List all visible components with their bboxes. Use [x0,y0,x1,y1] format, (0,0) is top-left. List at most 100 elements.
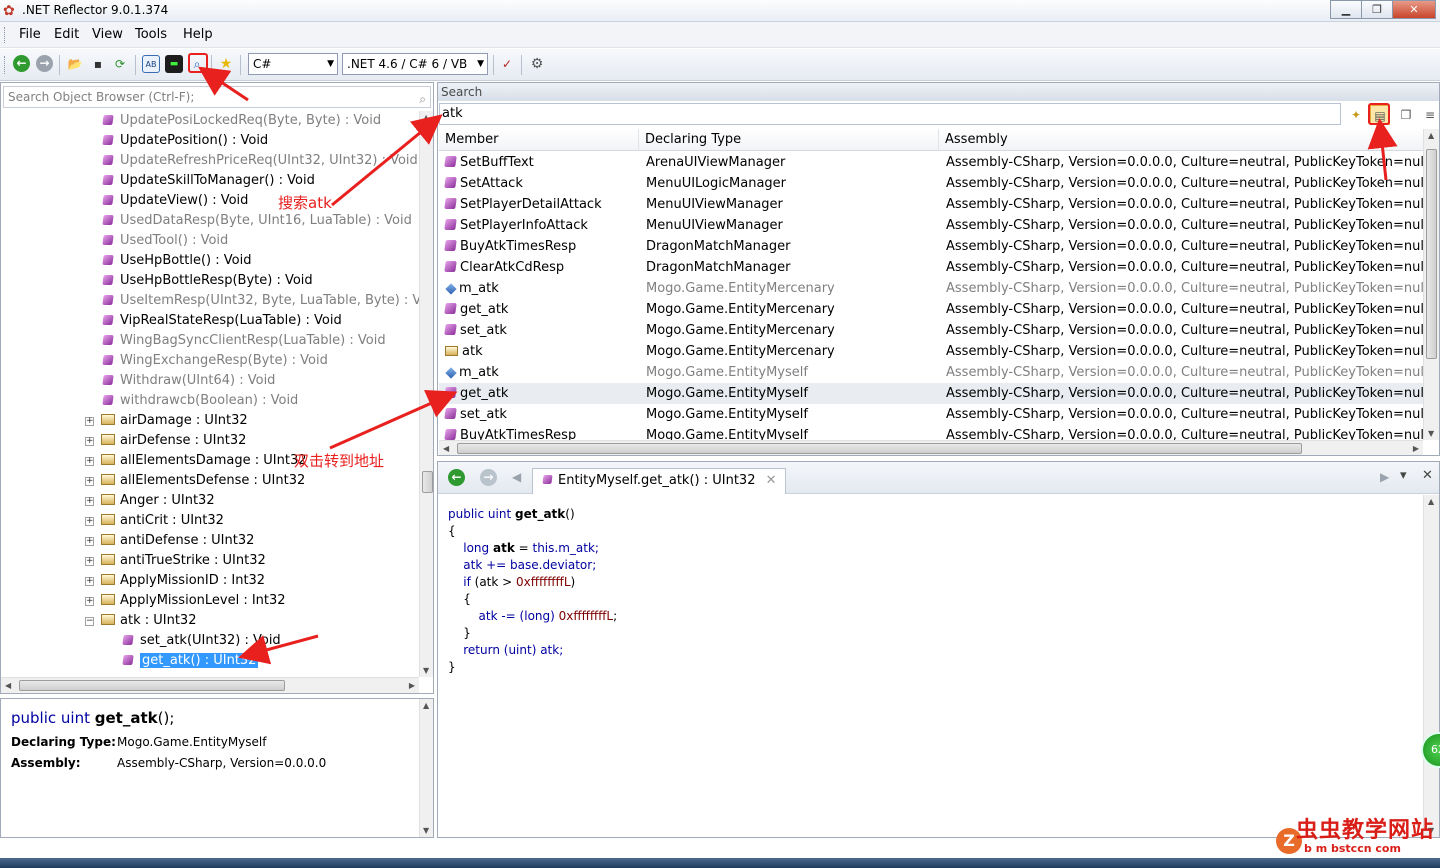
scroll-up-icon[interactable]: ▲ [423,701,429,710]
close-button[interactable]: ✕ [1392,0,1436,19]
result-row[interactable]: set_atk Mogo.Game.EntityMercenary Assembly… [439,320,1423,341]
scroll-thumb[interactable] [422,471,433,493]
expand-icon[interactable]: + [85,517,94,526]
scroll-up-icon[interactable]: ▲ [1428,497,1434,506]
scroll-thumb[interactable] [19,680,285,691]
back-icon[interactable]: ← [13,55,30,72]
scroll-up-icon[interactable]: ▲ [1428,131,1434,140]
expand-icon[interactable]: + [85,497,94,506]
tree-node[interactable]: + antiCrit : UInt32 [85,511,224,531]
tree-node[interactable]: + airDefense : UInt32 [85,431,246,451]
result-row[interactable]: set_atk Mogo.Game.EntityMyself Assembly-CS… [439,404,1423,425]
tree-node[interactable]: WingExchangeResp(Byte) : Void [101,351,328,371]
tree-node[interactable]: + antiTrueStrike : UInt32 [85,551,266,571]
analyzer-icon[interactable]: AB [142,55,160,73]
expand-icon[interactable]: + [85,577,94,586]
menu-tools[interactable]: Tools [135,27,167,42]
info-vertical-scrollbar[interactable]: ▲ ▼ [419,699,433,837]
close-icon[interactable]: ✕ [1422,468,1433,483]
menu-file[interactable]: File [19,27,41,42]
back-icon[interactable]: ← [448,469,465,486]
search-string-icon[interactable]: ❐ [1396,105,1416,125]
maximize-button[interactable]: ❐ [1361,0,1393,19]
tree-node[interactable]: UsedTool() : Void [101,231,228,251]
code-vertical-scrollbar[interactable]: ▲ ▼ [1423,495,1439,837]
tree-node[interactable]: set_atk(UInt32) : Void [121,631,281,651]
scroll-right-icon[interactable]: ▶ [1413,444,1419,453]
language-select[interactable]: C# ▼ [248,53,338,75]
scroll-down-icon[interactable]: ▼ [1428,429,1434,438]
tree-node[interactable]: UpdateRefreshPriceReq(UInt32, UInt32) : … [101,151,418,171]
result-row[interactable]: SetAttack MenuUILogicManager Assembly-CSha… [439,173,1423,194]
disassembler-icon[interactable]: ▬ [165,55,183,73]
tab-scroll-left-icon[interactable]: ◀ [512,470,521,484]
result-row[interactable]: ClearAtkCdResp DragonMatchManager Assembly… [439,257,1423,278]
assembly-value[interactable]: Assembly-CSharp, Version=0.0.0.0 [117,756,326,770]
scroll-left-icon[interactable]: ◀ [5,681,11,690]
object-browser-search-input[interactable]: Search Object Browser (Ctrl-F); ⌕ [3,86,431,108]
expand-icon[interactable]: + [85,437,94,446]
tree-node[interactable]: UpdatePosiLockedReq(Byte, Byte) : Void [101,111,381,131]
forward-icon[interactable]: → [480,469,497,486]
tab-close-icon[interactable]: ✕ [766,473,777,488]
expand-icon[interactable]: + [85,537,94,546]
result-row[interactable]: BuyAtkTimesResp Mogo.Game.EntityMyself Ass… [439,425,1423,440]
tree-node[interactable]: + allElementsDamage : UInt32 [85,451,307,471]
expand-icon[interactable]: + [85,477,94,486]
result-row[interactable]: m_atk Mogo.Game.EntityMyself Assembly-CSha… [439,362,1423,383]
result-row[interactable]: SetBuffText ArenaUIViewManager Assembly-CS… [439,152,1423,173]
column-member[interactable]: Member [439,129,639,151]
tree-node[interactable]: UpdateSkillToManager() : Void [101,171,315,191]
menu-view[interactable]: View [92,27,123,42]
scroll-down-icon[interactable]: ▼ [423,666,429,675]
menu-edit[interactable]: Edit [54,27,79,42]
checklist-icon[interactable]: ✓ [498,55,516,73]
tree-node[interactable]: VipRealStateResp(LuaTable) : Void [101,311,342,331]
tree-node[interactable]: UseHpBottleResp(Byte) : Void [101,271,313,291]
tree-node[interactable]: WingBagSyncClientResp(LuaTable) : Void [101,331,386,351]
scroll-thumb[interactable] [1426,149,1437,359]
refresh-icon[interactable]: ⟳ [111,55,129,73]
forward-icon[interactable]: → [36,55,53,72]
result-row[interactable]: get_atk Mogo.Game.EntityMyself Assembly-CS… [439,383,1423,404]
tree-node[interactable]: + ApplyMissionID : Int32 [85,571,265,591]
tree-node[interactable]: + antiDefense : UInt32 [85,531,254,551]
menu-help[interactable]: Help [183,27,213,42]
tree-node[interactable]: Withdraw(UInt64) : Void [101,371,275,391]
minimize-button[interactable]: ▁ [1330,0,1362,19]
search-options-icon[interactable]: ≡ [1420,105,1440,125]
column-declaring-type[interactable]: Declaring Type [639,129,939,151]
code-tab-get-atk[interactable]: EntityMyself.get_atk() : UInt32 ✕ [532,468,786,494]
result-row[interactable]: BuyAtkTimesResp DragonMatchManager Assembl… [439,236,1423,257]
save-icon[interactable]: ▪ [89,55,107,73]
search-input[interactable]: atk [439,103,1341,125]
result-row[interactable]: atk Mogo.Game.EntityMercenary Assembly-CSh… [439,341,1423,362]
tab-scroll-right-icon[interactable]: ▶ [1380,470,1389,484]
tree-node[interactable]: UsedDataResp(Byte, UInt16, LuaTable) : V… [101,211,412,231]
tree-node[interactable]: UseItemResp(UInt32, Byte, LuaTable, Byte… [101,291,419,311]
tree-node[interactable]: + Anger : UInt32 [85,491,215,511]
result-row[interactable]: SetPlayerInfoAttack MenuUIViewManager Asse… [439,215,1423,236]
tree-node[interactable]: UseHpBottle() : Void [101,251,251,271]
results-vertical-scrollbar[interactable]: ▲ ▼ [1423,129,1439,440]
scroll-down-icon[interactable]: ▼ [423,826,429,835]
tree-node[interactable]: get_atk() : UInt32 [121,651,259,671]
tree-node[interactable]: withdrawcb(Boolean) : Void [101,391,298,411]
open-folder-icon[interactable]: 📂 [66,55,84,73]
tree-node[interactable]: + airDamage : UInt32 [85,411,248,431]
column-assembly[interactable]: Assembly [939,129,1423,151]
tree-node[interactable]: UpdateView() : Void [101,191,248,211]
framework-select[interactable]: .NET 4.6 / C# 6 / VB ▼ [342,53,488,75]
tree-node[interactable]: − atk : UInt32 [85,611,196,631]
expand-icon[interactable]: + [85,597,94,606]
declaring-type-value[interactable]: Mogo.Game.EntityMyself [117,735,266,749]
collapse-icon[interactable]: − [85,617,94,626]
expand-icon[interactable]: + [85,417,94,426]
tree-node[interactable]: UpdatePosition() : Void [101,131,268,151]
tab-list-icon[interactable]: ▾ [1400,468,1407,483]
expand-icon[interactable]: + [85,557,94,566]
scroll-right-icon[interactable]: ▶ [409,681,415,690]
gear-icon[interactable]: ⚙ [528,55,546,73]
expand-icon[interactable]: + [85,457,94,466]
scroll-thumb[interactable] [457,443,1302,454]
